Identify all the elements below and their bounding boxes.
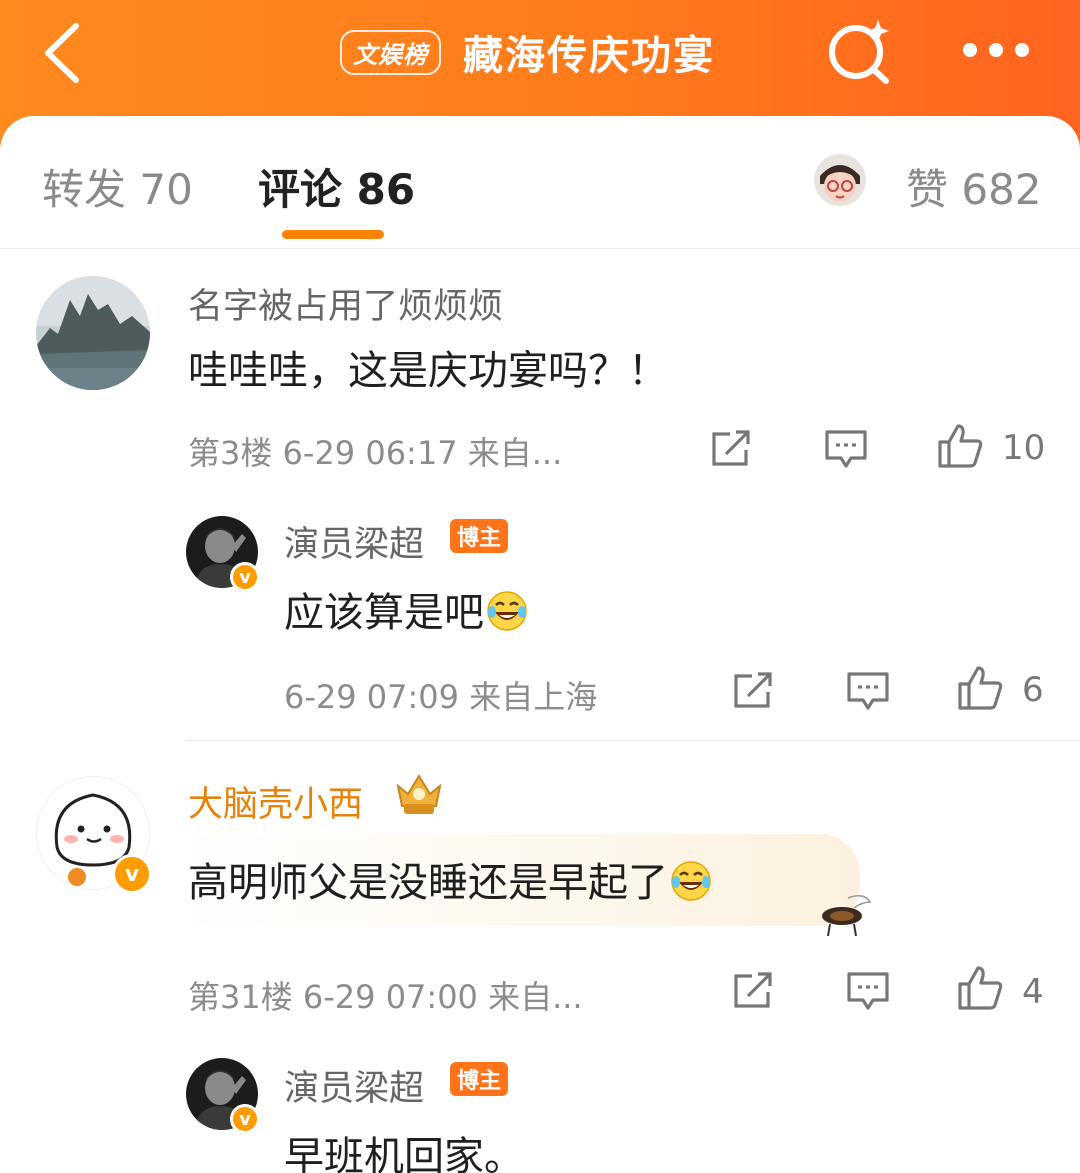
author-tag: 博主 (450, 1062, 509, 1096)
page-title: 藏海传庆功宴 (463, 33, 715, 79)
verified-icon: v (230, 1104, 260, 1134)
reply-author-name[interactable]: 演员梁超 (284, 516, 424, 567)
crown-badge-icon (396, 774, 442, 814)
more-icon (963, 43, 1029, 57)
active-tab-indicator (282, 230, 384, 239)
search-icon (829, 20, 889, 84)
share-icon[interactable] (732, 970, 776, 1010)
comment-icon[interactable] (824, 428, 868, 470)
liker-avatar[interactable] (814, 154, 866, 206)
comment-text: 哇哇哇，这是庆功宴吗？！ (188, 348, 668, 394)
tab-likes[interactable]: 赞 682 (906, 156, 1042, 217)
commenter-name[interactable]: 大脑壳小西 (188, 776, 363, 827)
tab-comments[interactable]: 评论 86 (258, 156, 415, 217)
entertainment-rank-badge[interactable]: 文娱榜 (340, 29, 441, 75)
search-button[interactable] (826, 18, 894, 86)
tab-bar: 转发 70 评论 86 赞 682 (0, 116, 1080, 249)
commenter-name[interactable]: 名字被占用了烦烦烦 (188, 278, 503, 329)
author-tag: 博主 (450, 519, 509, 553)
comments-panel: 转发 70 评论 86 赞 682 名字被占用了烦烦烦 哇哇哇，这是庆功宴吗？！… (0, 116, 1080, 1173)
like-icon[interactable] (936, 422, 984, 470)
comment-meta: 第3楼 6-29 06:17 来自... (188, 434, 563, 472)
title-area: 文娱榜 藏海传庆功宴 (340, 24, 715, 80)
comment-text-content: 高明师父是没睡还是早起了 (188, 860, 668, 906)
comment-divider (186, 740, 1080, 741)
like-count: 4 (1022, 972, 1044, 1012)
like-icon[interactable] (956, 664, 1004, 712)
comment-icon[interactable] (846, 970, 890, 1012)
like-count: 6 (1022, 670, 1044, 710)
share-icon[interactable] (710, 428, 754, 468)
comment-text: 高明师父是没睡还是早起了 (188, 850, 712, 908)
share-icon[interactable] (732, 670, 776, 710)
back-button[interactable] (40, 22, 84, 84)
laugh-cry-emoji (671, 861, 711, 901)
decoration-icon (822, 895, 872, 937)
reply-text-content: 应该算是吧 (284, 590, 484, 636)
reply-text: 早班机回家。 (284, 1134, 524, 1173)
avatar[interactable] (36, 276, 150, 390)
more-button[interactable] (958, 38, 1034, 62)
like-count: 10 (1002, 428, 1046, 468)
verified-icon: v (112, 854, 152, 894)
like-icon[interactable] (956, 964, 1004, 1012)
reply-meta: 6-29 07:09 来自上海 (284, 678, 598, 716)
laugh-cry-emoji (487, 591, 527, 631)
verified-icon: v (230, 562, 260, 592)
comment-icon[interactable] (846, 670, 890, 712)
reply-author-name[interactable]: 演员梁超 (284, 1060, 424, 1111)
tab-reposts[interactable]: 转发 70 (42, 156, 193, 217)
back-icon (45, 23, 79, 83)
comment-meta: 第31楼 6-29 07:00 来自... (188, 978, 583, 1016)
reply-text: 应该算是吧 (284, 580, 528, 638)
